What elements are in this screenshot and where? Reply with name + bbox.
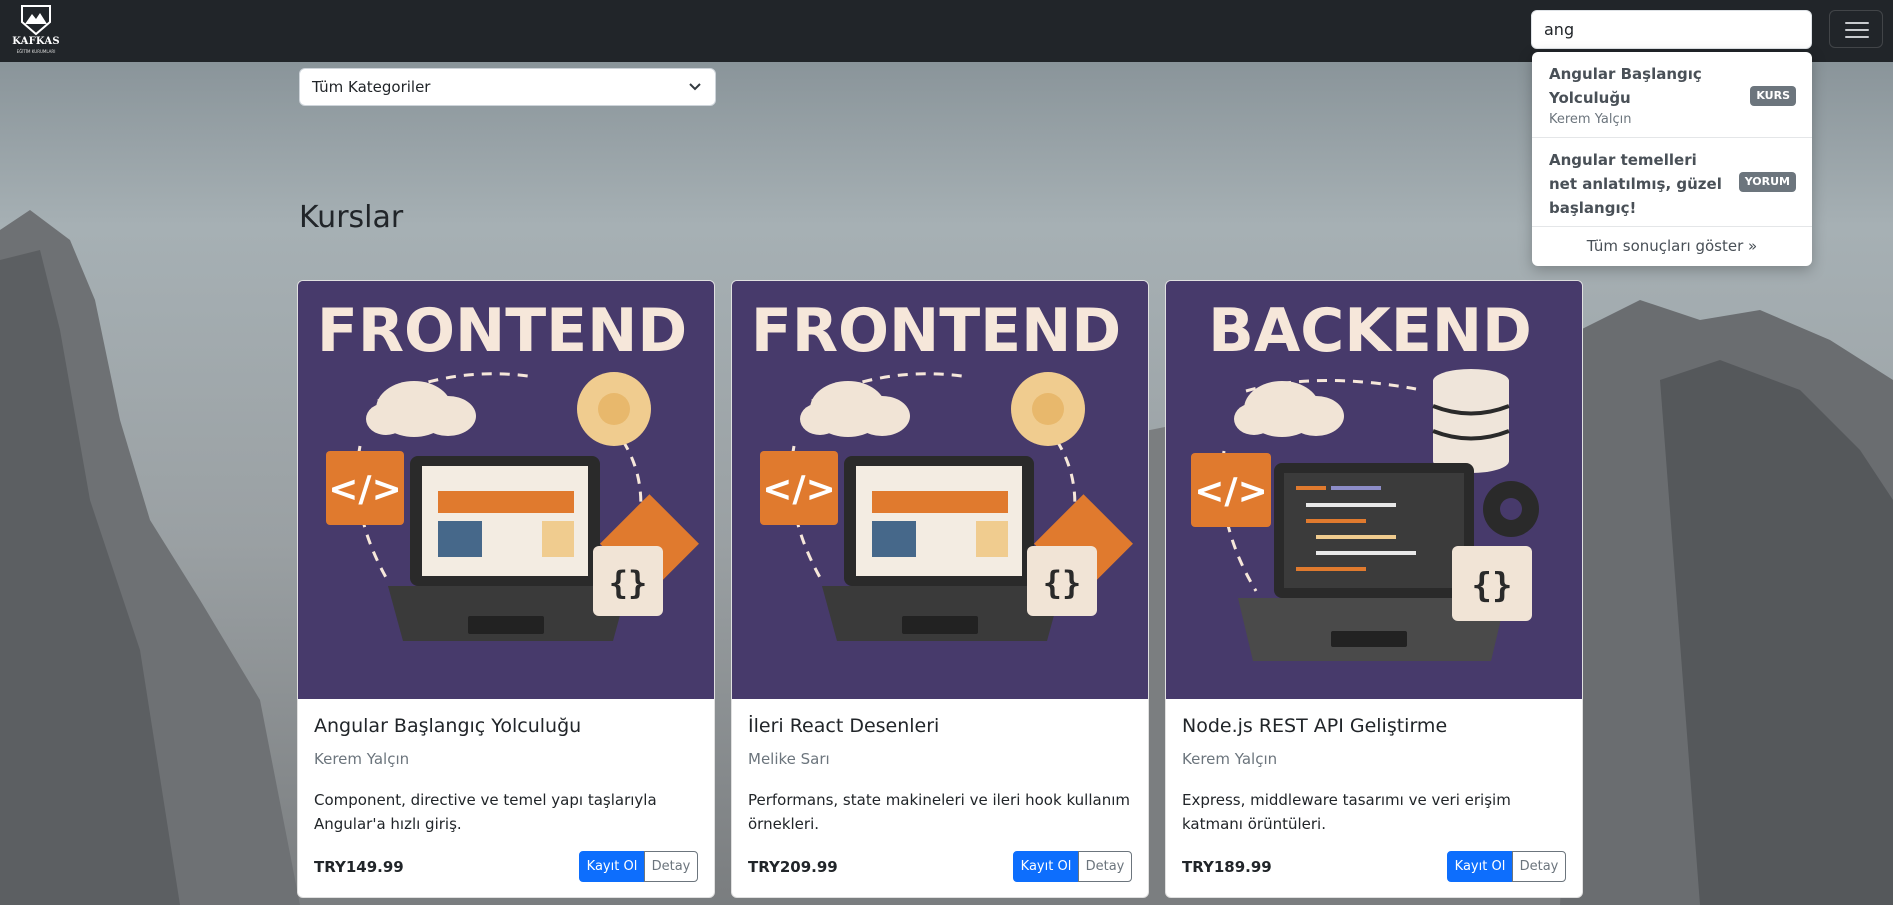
mountain-shield-icon [21, 5, 51, 36]
search-result-title: Angular temelleri net anlatılmış, güzel … [1549, 151, 1722, 217]
course-price: TRY189.99 [1182, 858, 1272, 876]
course-banner-label: FRONTEND [317, 296, 687, 366]
course-banner-label: FRONTEND [751, 296, 1121, 366]
detail-button[interactable]: Detay [1512, 851, 1566, 882]
course-title[interactable]: Angular Başlangıç Yolculuğu [314, 715, 581, 737]
course-author: Kerem Yalçın [1182, 750, 1278, 768]
course-title[interactable]: Node.js REST API Geliştirme [1182, 715, 1447, 737]
detail-button[interactable]: Detay [1078, 851, 1132, 882]
chevron-down-icon [689, 83, 701, 91]
search-result-item[interactable]: Angular Başlangıç Yolculuğu Kerem Yalçın… [1532, 52, 1812, 138]
course-banner-image: BACKEND </> {} [1166, 281, 1582, 699]
enroll-button[interactable]: Kayıt Ol [579, 851, 645, 882]
enroll-button[interactable]: Kayıt Ol [1447, 851, 1513, 882]
svg-text:</>: </> [762, 469, 835, 510]
search-result-badge: KURS [1750, 86, 1796, 106]
course-price: TRY149.99 [314, 858, 404, 876]
enroll-button[interactable]: Kayıt Ol [1013, 851, 1079, 882]
detail-button[interactable]: Detay [644, 851, 698, 882]
search-result-subtitle: Kerem Yalçın [1549, 112, 1632, 127]
course-title[interactable]: İleri React Desenleri [748, 715, 939, 737]
search-input[interactable] [1531, 10, 1812, 49]
course-price: TRY209.99 [748, 858, 838, 876]
search-result-title: Angular Başlangıç Yolculuğu [1549, 65, 1702, 107]
course-banner-image: FRONTEND </> {} [298, 281, 714, 699]
course-banner-label: BACKEND [1208, 296, 1532, 366]
course-author: Kerem Yalçın [314, 750, 410, 768]
svg-text:{}: {} [1472, 566, 1513, 606]
show-all-results-link[interactable]: Tüm sonuçları göster » [1532, 227, 1812, 266]
course-banner-image: FRONTEND </> {} [732, 281, 1148, 699]
course-author: Melike Sarı [748, 750, 830, 768]
course-description: Performans, state makineleri ve ileri ho… [748, 791, 1130, 833]
category-select-value: Tüm Kategoriler [312, 78, 431, 96]
svg-text:{}: {} [1043, 564, 1082, 602]
brand-logo[interactable]: KAFKAS EĞİTİM KURUMLARI [10, 4, 62, 56]
brand-subtitle: EĞİTİM KURUMLARI [16, 49, 56, 54]
course-card: FRONTEND </> {} Angular Başlangıç Yolcul… [297, 280, 715, 898]
section-title: Kurslar [299, 200, 404, 235]
course-description: Component, directive ve temel yapı taşla… [314, 791, 657, 833]
course-card: BACKEND </> {} Node.js REST API Geliştir… [1165, 280, 1583, 898]
svg-text:</>: </> [328, 469, 401, 510]
search-result-item[interactable]: Angular temelleri net anlatılmış, güzel … [1532, 138, 1812, 227]
course-description: Express, middleware tasarımı ve veri eri… [1182, 791, 1511, 833]
svg-text:</>: </> [1194, 471, 1267, 512]
category-select[interactable]: Tüm Kategoriler [299, 68, 716, 106]
menu-toggle-button[interactable] [1829, 10, 1883, 48]
search-result-badge: YORUM [1738, 172, 1796, 192]
brand-name: KAFKAS [12, 36, 60, 47]
search-results-dropdown: Angular Başlangıç Yolculuğu Kerem Yalçın… [1532, 52, 1812, 266]
course-card: FRONTEND </> {} İleri React Desenleri Me… [731, 280, 1149, 898]
svg-text:{}: {} [609, 564, 648, 602]
